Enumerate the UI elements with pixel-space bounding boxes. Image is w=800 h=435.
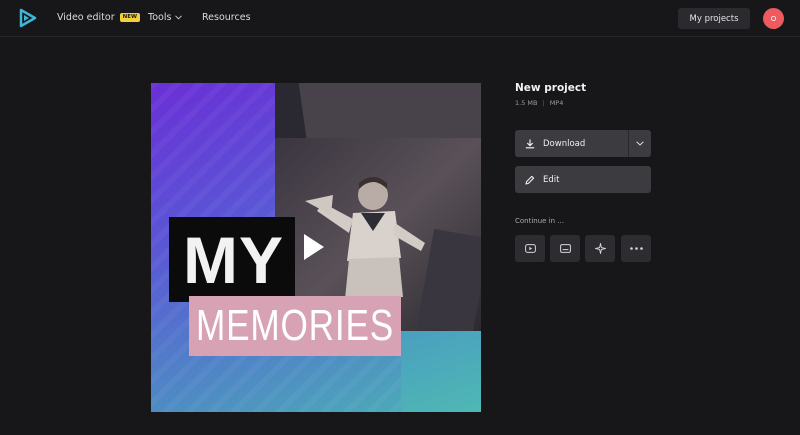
- continue-ai-button[interactable]: [585, 235, 615, 262]
- my-projects-button[interactable]: My projects: [678, 8, 750, 29]
- subtitles-icon: [559, 244, 571, 253]
- logo-icon[interactable]: [18, 8, 38, 28]
- download-label: Download: [543, 138, 586, 149]
- video-preview[interactable]: MY MEMORIES: [151, 83, 481, 412]
- download-button[interactable]: Download: [515, 130, 651, 157]
- play-icon[interactable]: [303, 233, 325, 261]
- nav-tools[interactable]: Tools: [148, 12, 183, 23]
- download-icon: [525, 139, 535, 148]
- sparkle-icon: [594, 243, 606, 254]
- edit-label: Edit: [543, 174, 560, 185]
- continue-subtitles-button[interactable]: [550, 235, 580, 262]
- nav-video-editor[interactable]: Video editor NEW: [57, 12, 141, 23]
- continue-in-label: Continue in ...: [515, 217, 564, 225]
- youtube-icon: [524, 244, 536, 253]
- nav-video-editor-label: Video editor: [57, 12, 115, 23]
- file-size: 1.5 MB: [515, 99, 538, 107]
- more-icon: [629, 247, 643, 250]
- title-line-2: MEMORIES: [195, 301, 395, 350]
- download-options-toggle[interactable]: [629, 130, 651, 157]
- nav-resources-label: Resources: [202, 12, 251, 23]
- nav-resources[interactable]: Resources: [202, 12, 251, 23]
- avatar[interactable]: O: [763, 8, 784, 29]
- nav-tools-label: Tools: [148, 12, 172, 23]
- file-format: MP4: [549, 99, 564, 107]
- preview-teal-corner: [401, 331, 481, 412]
- download-main[interactable]: Download: [515, 130, 628, 157]
- pencil-icon: [525, 175, 535, 185]
- title-line-1: MY: [183, 223, 284, 297]
- project-title: New project: [515, 82, 587, 94]
- meta-separator: |: [542, 99, 545, 107]
- project-meta: 1.5 MB | MP4: [515, 99, 563, 107]
- chevron-down-icon: [636, 141, 644, 146]
- vintage-photo: [275, 83, 481, 331]
- edit-button[interactable]: Edit: [515, 166, 651, 193]
- chevron-down-icon: [175, 15, 183, 20]
- top-header: Video editor NEW Tools Resources My proj…: [0, 0, 800, 37]
- continue-youtube-button[interactable]: [515, 235, 545, 262]
- continue-more-button[interactable]: [621, 235, 651, 262]
- new-badge: NEW: [119, 12, 141, 23]
